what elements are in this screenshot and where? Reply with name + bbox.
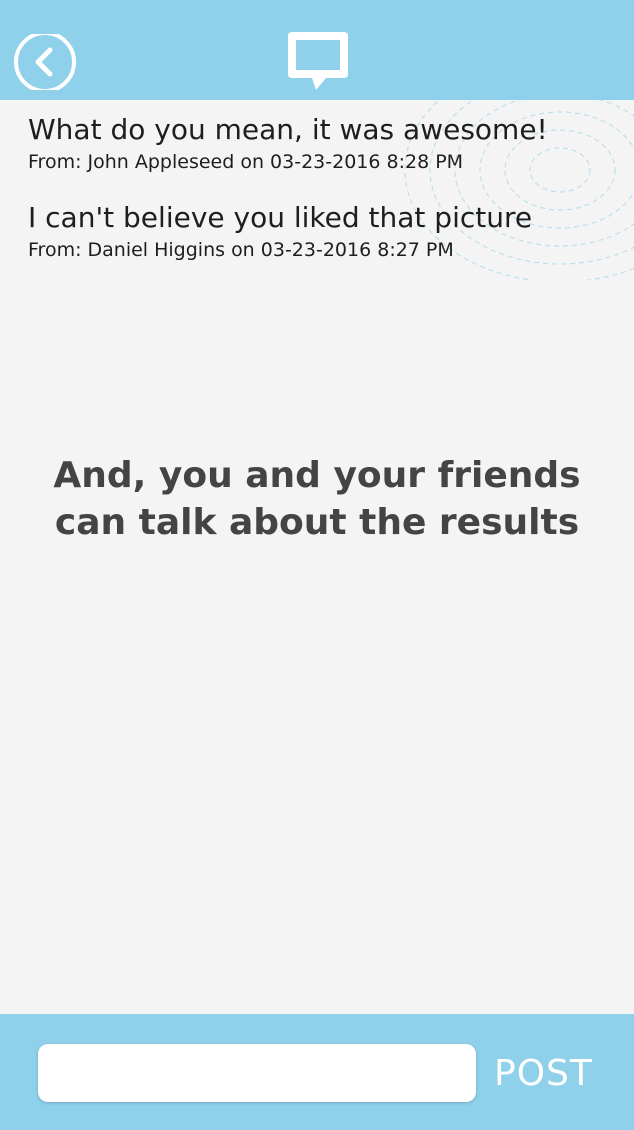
message-text: What do you mean, it was awesome! — [28, 113, 548, 146]
post-button[interactable]: POST — [494, 1050, 604, 1098]
promo-caption: And, you and your friends can talk about… — [20, 452, 614, 546]
back-chevron-circle-icon — [14, 34, 76, 90]
chat-bubble-icon — [286, 30, 350, 92]
message-meta: From: Daniel Higgins on 03-23-2016 8:27 … — [28, 239, 454, 261]
message-item[interactable]: I can't believe you liked that picture F… — [28, 200, 618, 262]
message-text: I can't believe you liked that picture — [28, 201, 533, 234]
footer-bar: POST — [0, 1014, 634, 1130]
caption-line-1: And, you and your friends — [53, 455, 581, 496]
caption-line-2: can talk about the results — [54, 502, 580, 543]
back-button[interactable] — [14, 34, 78, 90]
header-bar — [0, 0, 634, 100]
message-meta: From: John Appleseed on 03-23-2016 8:28 … — [28, 151, 464, 173]
message-list: What do you mean, it was awesome! From: … — [0, 100, 634, 280]
message-item[interactable]: What do you mean, it was awesome! From: … — [28, 112, 618, 174]
comment-input[interactable] — [38, 1044, 476, 1102]
